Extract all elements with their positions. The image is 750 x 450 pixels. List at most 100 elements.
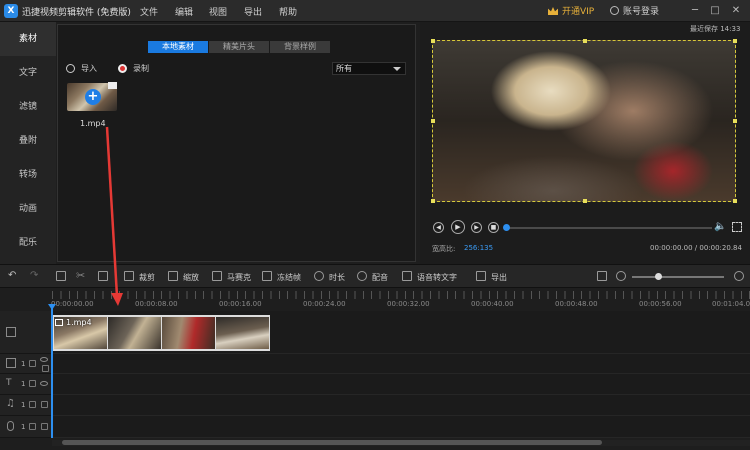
freeze-frame-button[interactable]: 冻结帧: [277, 272, 301, 283]
tab-backgrounds[interactable]: 背景样例: [270, 41, 330, 53]
delete-icon[interactable]: [98, 271, 108, 281]
next-frame-icon[interactable]: ▶: [471, 222, 482, 233]
eye-icon[interactable]: [40, 357, 48, 362]
sidebar-item-music[interactable]: 配乐: [0, 226, 56, 260]
vip-label: 开通VIP: [562, 7, 595, 17]
zoom-button[interactable]: 缩放: [183, 272, 199, 283]
crop-button[interactable]: 裁剪: [139, 272, 155, 283]
login-label: 账号登录: [623, 7, 660, 17]
track-text[interactable]: [52, 374, 750, 395]
ruler-ticks: [52, 291, 750, 299]
playhead[interactable]: [51, 304, 53, 438]
menu-help[interactable]: 帮助: [279, 5, 297, 18]
lock-icon[interactable]: [29, 401, 36, 408]
resize-handle[interactable]: [583, 39, 587, 43]
eye-icon[interactable]: [40, 381, 48, 386]
track-header-text: T 1: [0, 374, 51, 395]
track-number: 1: [21, 360, 26, 368]
maximize-icon[interactable]: □: [708, 4, 722, 18]
microphone-icon[interactable]: [357, 271, 367, 281]
music-track-icon: ♫: [6, 398, 15, 409]
tick-label: 00:00:24.00: [303, 300, 346, 308]
resize-handle[interactable]: [431, 39, 435, 43]
volume-icon[interactable]: 🔈: [714, 221, 726, 233]
speech-to-text-icon[interactable]: [402, 271, 412, 281]
track-music[interactable]: [52, 395, 750, 416]
lock-icon[interactable]: [29, 380, 36, 387]
close-icon[interactable]: ✕: [729, 4, 743, 18]
mosaic-icon[interactable]: [212, 271, 222, 281]
sidebar-item-transition[interactable]: 转场: [0, 158, 56, 192]
menu-view[interactable]: 视图: [209, 5, 227, 18]
sidebar-item-media[interactable]: 素材: [0, 22, 56, 56]
cut-icon[interactable]: ✂: [76, 269, 85, 282]
edit-icon[interactable]: [56, 271, 66, 281]
tab-local-media[interactable]: 本地素材: [148, 41, 208, 53]
fullscreen-icon[interactable]: [732, 222, 742, 232]
speaker-icon[interactable]: [41, 423, 48, 430]
autosave-status: 最近保存 14:33: [690, 25, 741, 33]
speaker-icon[interactable]: [41, 401, 48, 408]
sidebar-item-animation[interactable]: 动画: [0, 192, 56, 226]
minimize-icon[interactable]: ─: [688, 4, 702, 18]
timeline-zoom-knob[interactable]: [654, 273, 662, 280]
resize-handle[interactable]: [431, 199, 435, 203]
zoom-out-icon[interactable]: [616, 271, 626, 281]
filter-select[interactable]: 所有: [332, 62, 406, 75]
tick-label: 00:00:40.00: [471, 300, 514, 308]
tab-intros[interactable]: 精美片头: [209, 41, 269, 53]
vip-button[interactable]: 开通VIP: [548, 4, 594, 18]
undo-icon[interactable]: ↶: [8, 270, 16, 281]
export-button[interactable]: 导出: [491, 272, 507, 283]
sidebar-item-text[interactable]: 文字: [0, 56, 56, 90]
prev-frame-icon[interactable]: ◀: [433, 222, 444, 233]
track-video[interactable]: [52, 354, 750, 374]
stop-icon[interactable]: ■: [488, 222, 499, 233]
zoom-in-icon[interactable]: [734, 271, 744, 281]
redo-icon[interactable]: ↷: [30, 270, 38, 281]
video-preview[interactable]: [431, 39, 737, 203]
mosaic-button[interactable]: 马赛克: [227, 272, 251, 283]
track-voice[interactable]: [52, 416, 750, 438]
voiceover-button[interactable]: 配音: [372, 272, 388, 283]
timeline-scrollbar-thumb[interactable]: [62, 440, 602, 445]
record-button[interactable]: 录制: [118, 63, 149, 74]
freeze-frame-icon[interactable]: [262, 271, 272, 281]
resize-handle[interactable]: [733, 39, 737, 43]
app-title: 迅捷视频剪辑软件 (免费版): [22, 8, 131, 18]
play-icon[interactable]: ▶: [451, 220, 465, 234]
login-button[interactable]: 账号登录: [610, 4, 659, 17]
resize-handle[interactable]: [431, 119, 435, 123]
lock-icon[interactable]: [29, 360, 36, 367]
timeline-ruler[interactable]: 00:00:00.00 00:00:08.00 00:00:16.00 00:0…: [0, 289, 750, 311]
export-icon[interactable]: [476, 271, 486, 281]
resize-handle[interactable]: [733, 119, 737, 123]
sidebar-item-overlay[interactable]: 叠附: [0, 124, 56, 158]
zoom-icon[interactable]: [168, 271, 178, 281]
menu-edit[interactable]: 编辑: [175, 5, 193, 18]
duration-button[interactable]: 时长: [329, 272, 345, 283]
import-button[interactable]: 导入: [66, 63, 97, 74]
menu-export[interactable]: 导出: [244, 5, 262, 18]
playback-progress-track[interactable]: [504, 227, 712, 229]
add-to-timeline-icon[interactable]: +: [85, 89, 101, 105]
crown-icon: [548, 7, 558, 15]
crop-icon[interactable]: [124, 271, 134, 281]
timeline-zoom-slider[interactable]: [632, 276, 724, 278]
lock-icon[interactable]: [29, 423, 36, 430]
playback-progress-knob[interactable]: [503, 224, 510, 231]
clock-icon[interactable]: [314, 271, 324, 281]
mute-icon[interactable]: [42, 365, 49, 372]
resize-handle[interactable]: [583, 199, 587, 203]
resize-handle[interactable]: [733, 199, 737, 203]
clip-frame: [108, 317, 161, 349]
aspect-ratio-value[interactable]: 256:135: [464, 244, 493, 252]
fit-timeline-icon[interactable]: [597, 271, 607, 281]
playhead-handle[interactable]: [48, 304, 56, 310]
menu-file[interactable]: 文件: [140, 5, 158, 18]
speech-to-text-button[interactable]: 语音转文字: [417, 272, 457, 283]
media-file-name: 1.mp4: [80, 119, 106, 128]
track-header-voice: 1: [0, 416, 51, 438]
sidebar-item-filter[interactable]: 滤镜: [0, 90, 56, 124]
filter-value: 所有: [336, 64, 352, 73]
